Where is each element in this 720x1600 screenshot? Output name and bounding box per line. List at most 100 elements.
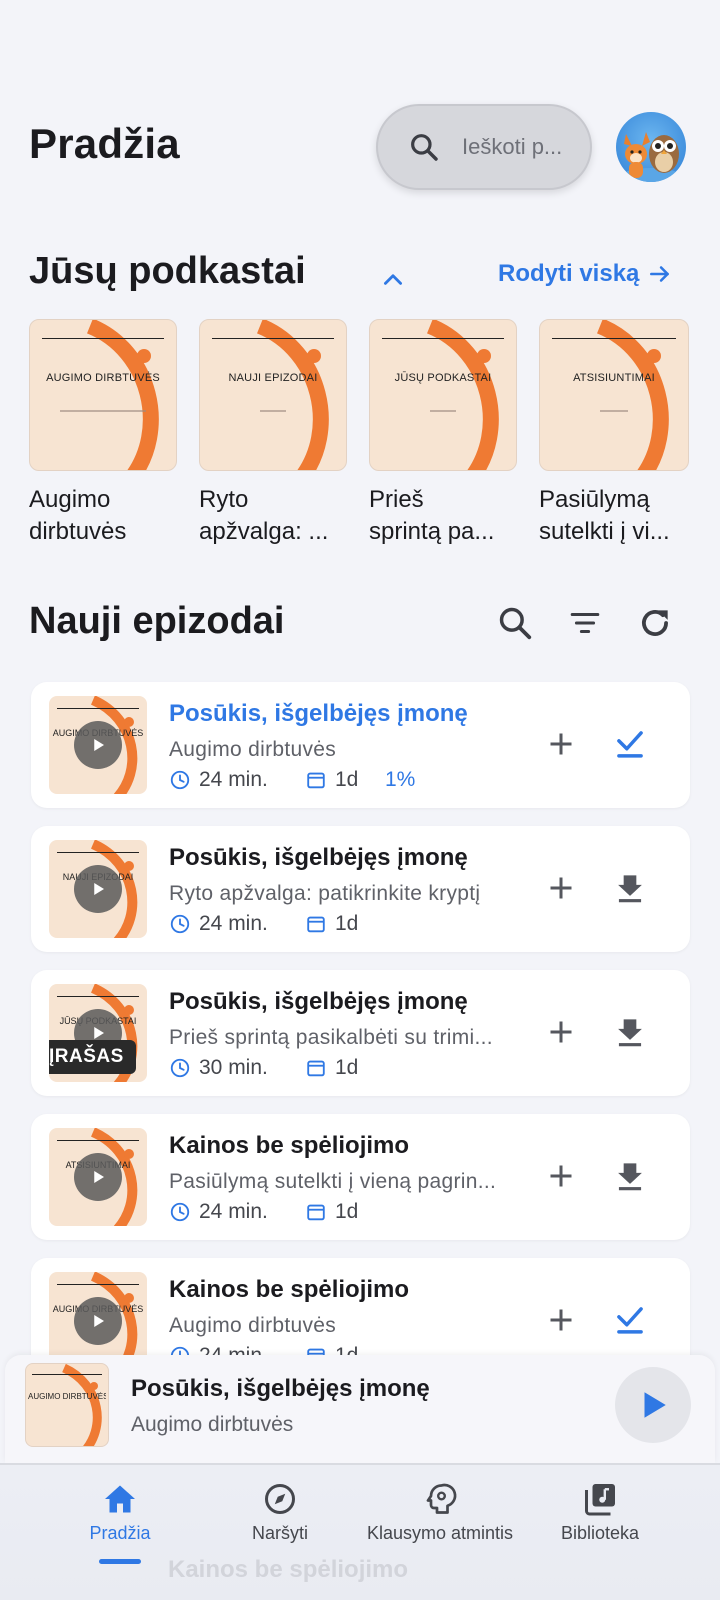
play-button[interactable] [74,1297,122,1345]
episode-card[interactable]: NAUJI EPIZODAI Posūkis, išgelbėjęs įmonę… [31,826,690,952]
search-icon [411,134,438,161]
podcast-card[interactable]: ATSISIUNTIMAI [539,319,689,471]
downloaded-check-icon[interactable] [611,725,649,763]
play-button[interactable] [74,721,122,769]
podcast-label-line: Prieš [369,486,424,513]
filter-icon[interactable] [566,606,604,640]
episode-cover: AUGIMO DIRBTUVĖS [49,696,147,794]
search-bar[interactable]: Ieškoti p... [376,104,592,190]
download-icon[interactable] [611,869,649,907]
episode-duration: 30 min. [199,1056,268,1079]
podcast-label-line: sprintą pa... [369,518,495,545]
podcast-label-line: Ryto [199,486,249,513]
episode-date: 1d [335,1056,359,1079]
play-button[interactable] [74,1153,122,1201]
download-icon[interactable] [611,1013,649,1051]
cover-title: AUGIMO DIRBTUVĖS [46,372,160,384]
nav-label: Pradžia [89,1523,151,1543]
episode-card[interactable]: AUGIMO DIRBTUVĖS Posūkis, išgelbėjęs įmo… [31,682,690,808]
nav-label: Klausymo atmintis [366,1523,514,1543]
mini-player[interactable]: AUGIMO DIRBTUVĖS Posūkis, išgelbėjęs įmo… [5,1355,715,1463]
episode-subtitle: Augimo dirbtuvės [169,738,337,761]
cover-title: NAUJI EPIZODAI [228,372,318,384]
search-input[interactable]: Ieškoti p... [462,134,562,160]
page-title: Pradžia [29,120,180,167]
search-icon[interactable] [496,604,534,642]
cover-art-arc [61,1364,102,1446]
podcast-label-line: Pasiūlymą [539,486,650,513]
podcast-label[interactable]: Augimo dirbtuvės [29,484,179,548]
add-to-queue-icon[interactable] [543,870,579,906]
episode-cover: ATSISIUNTIMAI [49,1128,147,1226]
downloaded-check-icon[interactable] [611,1301,649,1339]
episode-title: Posūkis, išgelbėjęs įmonę [169,844,468,871]
cover-art-arc [86,320,159,470]
episode-subtitle: Pasiūlymą sutelkti į vieną pagrin... [169,1170,497,1193]
mini-player-subtitle: Augimo dirbtuvės [131,1413,294,1436]
chevron-up-icon[interactable] [380,266,406,292]
episode-title: Kainos be spėliojimo [169,1276,410,1303]
peek-episode-title: Kainos be spėliojimo [168,1556,409,1583]
episode-duration: 24 min. [199,768,268,791]
episode-subtitle: Prieš sprintą pasikalbėti su trimi... [169,1026,493,1049]
nav-item-home[interactable]: Pradžia [35,1481,205,1544]
podcast-label[interactable]: Pasiūlymą sutelkti į vi... [539,484,691,548]
episode-meta: 30 min. 1d [169,1056,385,1080]
cover-art-arc [596,320,669,470]
refresh-icon[interactable] [636,604,674,642]
play-icon [94,739,104,751]
podcast-card[interactable]: JŪSŲ PODKASTAI [369,319,517,471]
calendar-icon [307,916,325,933]
show-all-link[interactable]: Rodyti viską [498,260,673,288]
avatar[interactable] [616,112,686,182]
show-all-label: Rodyti viską [498,260,640,287]
play-icon [644,1392,666,1418]
podcast-label-line: dirbtuvės [29,518,127,545]
play-icon [94,1171,104,1183]
nav-item-listening-memory[interactable]: Klausymo atmintis [355,1481,525,1544]
download-icon[interactable] [611,1157,649,1195]
clock-icon [170,1058,190,1078]
library-music-icon [585,1484,615,1516]
cover-art-arc [256,320,329,470]
compass-icon [265,1484,295,1514]
podcast-label[interactable]: Prieš sprintą pa... [369,484,517,548]
add-to-queue-icon[interactable] [543,726,579,762]
calendar-icon [307,772,325,789]
episode-progress: 1% [385,768,416,791]
head-gear-icon [426,1483,457,1514]
podcast-card[interactable]: NAUJI EPIZODAI [199,319,347,471]
mini-player-play-button[interactable] [615,1367,691,1443]
podcast-label[interactable]: Ryto apžvalga: ... [199,484,347,548]
episode-meta: 24 min. 1d [169,912,385,936]
episode-card[interactable]: JŪSŲ PODKASTAI ĮRAŠAS Posūkis, išgelbėję… [31,970,690,1096]
nav-item-browse[interactable]: Naršyti [195,1481,365,1544]
podcasts-section-title: Jūsų podkastai [29,250,306,292]
avatar-image [621,132,681,182]
episode-date: 1d [335,912,359,935]
add-to-queue-icon[interactable] [543,1158,579,1194]
home-icon [105,1485,135,1513]
episode-meta: 24 min. 1d [169,1200,385,1224]
clock-icon [170,1202,190,1222]
cover-title: AUGIMO DIRBTUVĖS [28,1392,106,1401]
episode-date: 1d [335,768,359,791]
add-to-queue-icon[interactable] [543,1014,579,1050]
episode-subtitle: Ryto apžvalga: patikrinkite kryptį [169,882,481,905]
cover-art-arc [426,320,499,470]
add-to-queue-icon[interactable] [543,1302,579,1338]
episode-title: Posūkis, išgelbėjęs įmonę [169,988,468,1015]
podcast-card[interactable]: AUGIMO DIRBTUVĖS [29,319,177,471]
episodes-section-title: Nauji epizodai [29,600,285,642]
episode-cover: JŪSŲ PODKASTAI ĮRAŠAS [49,984,147,1082]
episode-meta: 24 min. 1d 1% [169,768,415,792]
clock-icon [170,914,190,934]
play-button[interactable] [74,865,122,913]
episode-card[interactable]: ATSISIUNTIMAI Kainos be spėliojimo Pasiū… [31,1114,690,1240]
recording-badge: ĮRAŠAS [49,1040,136,1074]
calendar-icon [307,1060,325,1077]
nav-item-library[interactable]: Biblioteka [515,1481,685,1544]
episode-title: Kainos be spėliojimo [169,1132,410,1159]
episode-subtitle: Augimo dirbtuvės [169,1314,337,1337]
cover-title: ATSISIUNTIMAI [573,372,655,384]
